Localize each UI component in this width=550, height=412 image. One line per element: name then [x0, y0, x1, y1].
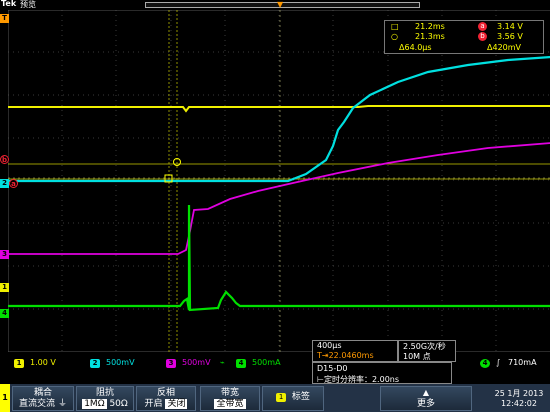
ch1-ground-marker[interactable]: 1 [0, 283, 9, 292]
invert-off[interactable]: 关闭 [165, 399, 188, 409]
cursor-b-time: 21.3ms [415, 32, 445, 41]
more-title: 更多 [416, 399, 435, 409]
ground-icon[interactable]: ⏚ [58, 399, 67, 409]
cursor-a-marker: a [9, 179, 18, 188]
ch1-badge[interactable]: 1 [14, 359, 24, 368]
ch2-scale[interactable]: 500mV [106, 358, 135, 367]
acquisition-readout[interactable]: 2.50G次/秒 10M 点 [398, 340, 456, 362]
impedance-1m[interactable]: 1MΩ [82, 399, 107, 409]
invert-button[interactable]: 反相 开启 关闭 [136, 386, 196, 411]
label-title: 标签 [291, 392, 310, 402]
cursor-b-badge: b [478, 32, 487, 41]
impedance-50[interactable]: 50Ω [109, 399, 127, 409]
ch4-ground-marker[interactable]: 4 [0, 309, 9, 318]
cursor-a-volt: 3.14 V [497, 22, 523, 31]
trigger-readout[interactable]: 4 ∫ 710mA [476, 356, 546, 370]
label-button[interactable]: 1 标签 [262, 386, 324, 411]
date-time: 25 1月 2013 12:42:02 [488, 388, 550, 412]
bandwidth-button[interactable]: 带宽 全带宽 [200, 386, 260, 411]
ch2-ground-marker[interactable]: 2 [0, 179, 9, 188]
coupling-dc[interactable]: 直流 [19, 399, 37, 409]
cursor-readout: □ 21.2ms a 3.14 V ○ 21.3ms b 3.56 V Δ64.… [384, 20, 544, 54]
record-length: 10M 点 [403, 352, 431, 361]
invert-on[interactable]: 开启 [145, 399, 163, 409]
cursor-delta-time: Δ64.0µs [399, 43, 432, 52]
acquisition-mode: 预览 [20, 0, 36, 9]
trigger-slope-icon: ∫ [496, 358, 501, 367]
ch3-waveform [8, 142, 550, 255]
cursor-a-time: 21.2ms [415, 22, 445, 31]
ch3-ground-marker[interactable]: 3 [0, 250, 9, 259]
coupling-title: 耦合 [33, 388, 52, 398]
bandwidth-title: 带宽 [220, 388, 239, 398]
more-button[interactable]: ▲ 更多 [380, 386, 472, 411]
channel-strip: 1 1.00 V 2 500mV 3 500mV ⌁ 4 500mA [0, 356, 550, 370]
ch2-badge[interactable]: 2 [90, 359, 100, 368]
invert-title: 反相 [156, 388, 175, 398]
impedance-title: 阻抗 [95, 388, 114, 398]
cursor-circle-icon: ○ [391, 32, 398, 41]
cursor-delta-volt: Δ420mV [487, 43, 522, 52]
menu-channel-tab[interactable]: 1 [0, 384, 10, 412]
trigger-position-icon: ▼ [277, 0, 284, 9]
ch3-badge[interactable]: 3 [166, 359, 176, 368]
timing-status: D15-D0 ⊢定时分辨率：2.00ns [312, 362, 452, 384]
impedance-button[interactable]: 阻抗 1MΩ 50Ω [76, 386, 134, 411]
ch1-scale[interactable]: 1.00 V [30, 358, 56, 367]
trigger-delay: T⇥22.0460ms [317, 351, 374, 360]
coupling-ac[interactable]: 交流 [37, 399, 55, 409]
digital-channels: D15-D0 [317, 364, 348, 373]
waveform-graticule[interactable] [8, 10, 550, 352]
ch4-probe-icon: ⌁ [220, 358, 225, 367]
trigger-source-badge: 4 [480, 359, 490, 368]
time-scale: 400µs [317, 341, 342, 350]
more-arrow-icon: ▲ [422, 388, 430, 397]
trigger-level: 710mA [508, 358, 537, 367]
date-text: 25 1月 2013 [494, 389, 544, 398]
tek-logo: Tek [1, 0, 17, 8]
cursor-square-icon: □ [391, 22, 399, 31]
cursor-b-volt: 3.56 V [497, 32, 523, 41]
bandwidth-full[interactable]: 全带宽 [214, 399, 246, 409]
cursor-b-marker: b [0, 155, 9, 164]
cursor-a-badge: a [478, 22, 487, 31]
coupling-button[interactable]: 耦合 直流交流 ⏚ [12, 386, 74, 411]
time-text: 12:42:02 [501, 399, 537, 408]
ch4-scale[interactable]: 500mA [252, 358, 281, 367]
label-channel-badge: 1 [276, 393, 287, 402]
ch4-badge[interactable]: 4 [236, 359, 246, 368]
ch3-scale[interactable]: 500mV [182, 358, 211, 367]
trigger-top-marker: T [0, 14, 9, 23]
horizontal-readout[interactable]: 400µs T⇥22.0460ms [312, 340, 398, 362]
status-bar: Tek 预览 ▼ [0, 0, 550, 10]
